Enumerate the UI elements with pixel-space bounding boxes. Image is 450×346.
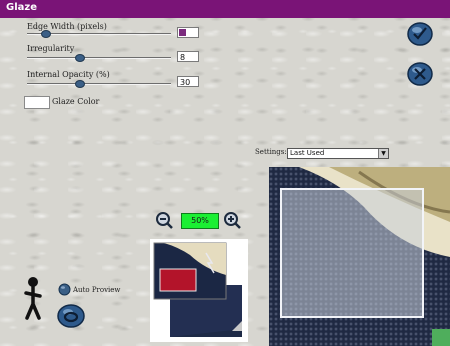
edge-width-slider-thumb[interactable] [41, 30, 51, 38]
zoom-level: 50% [181, 213, 219, 229]
thumbnail-image [153, 242, 242, 337]
opacity-slider-thumb[interactable] [75, 80, 85, 88]
irregularity-slider[interactable] [27, 57, 171, 58]
opacity-field[interactable]: 30 [177, 76, 199, 87]
irregularity-label: Irregularity [27, 44, 75, 53]
magnify-minus-icon[interactable] [155, 211, 173, 229]
edge-width-label: Edge Width (pixels) [27, 22, 107, 31]
glaze-color-swatch[interactable] [24, 96, 50, 109]
resize-grip[interactable] [432, 329, 450, 346]
edge-width-field[interactable] [177, 27, 199, 38]
settings-label: Settings: [255, 148, 287, 156]
chevron-down-icon: ▼ [378, 149, 388, 158]
glaze-dialog: Glaze Edge Width (pixels) Irregularity 8… [0, 0, 450, 346]
opacity-slider[interactable] [27, 83, 171, 84]
auto-preview-label: Auto Proview [73, 286, 121, 294]
x-icon[interactable] [405, 60, 435, 88]
irregularity-slider-thumb[interactable] [75, 54, 85, 62]
preview-image [280, 167, 450, 318]
settings-dropdown[interactable]: Last Used ▼ [287, 148, 389, 159]
thumbnail-navigator[interactable] [150, 239, 248, 342]
checkmark-icon[interactable] [405, 20, 435, 48]
opacity-label: Internal Opacity (%) [27, 70, 110, 79]
eye-icon[interactable] [58, 283, 71, 296]
magnify-plus-icon[interactable] [223, 211, 241, 229]
edge-width-color-marker [179, 29, 186, 36]
glaze-color-label: Glaze Color [52, 97, 100, 106]
stickman-icon[interactable] [24, 276, 42, 322]
irregularity-field[interactable]: 8 [177, 51, 199, 62]
proof-toggle-icon[interactable] [56, 302, 86, 330]
window-title: Glaze [6, 2, 37, 13]
title-bar: Glaze [0, 0, 450, 18]
preview-window[interactable] [269, 167, 450, 346]
